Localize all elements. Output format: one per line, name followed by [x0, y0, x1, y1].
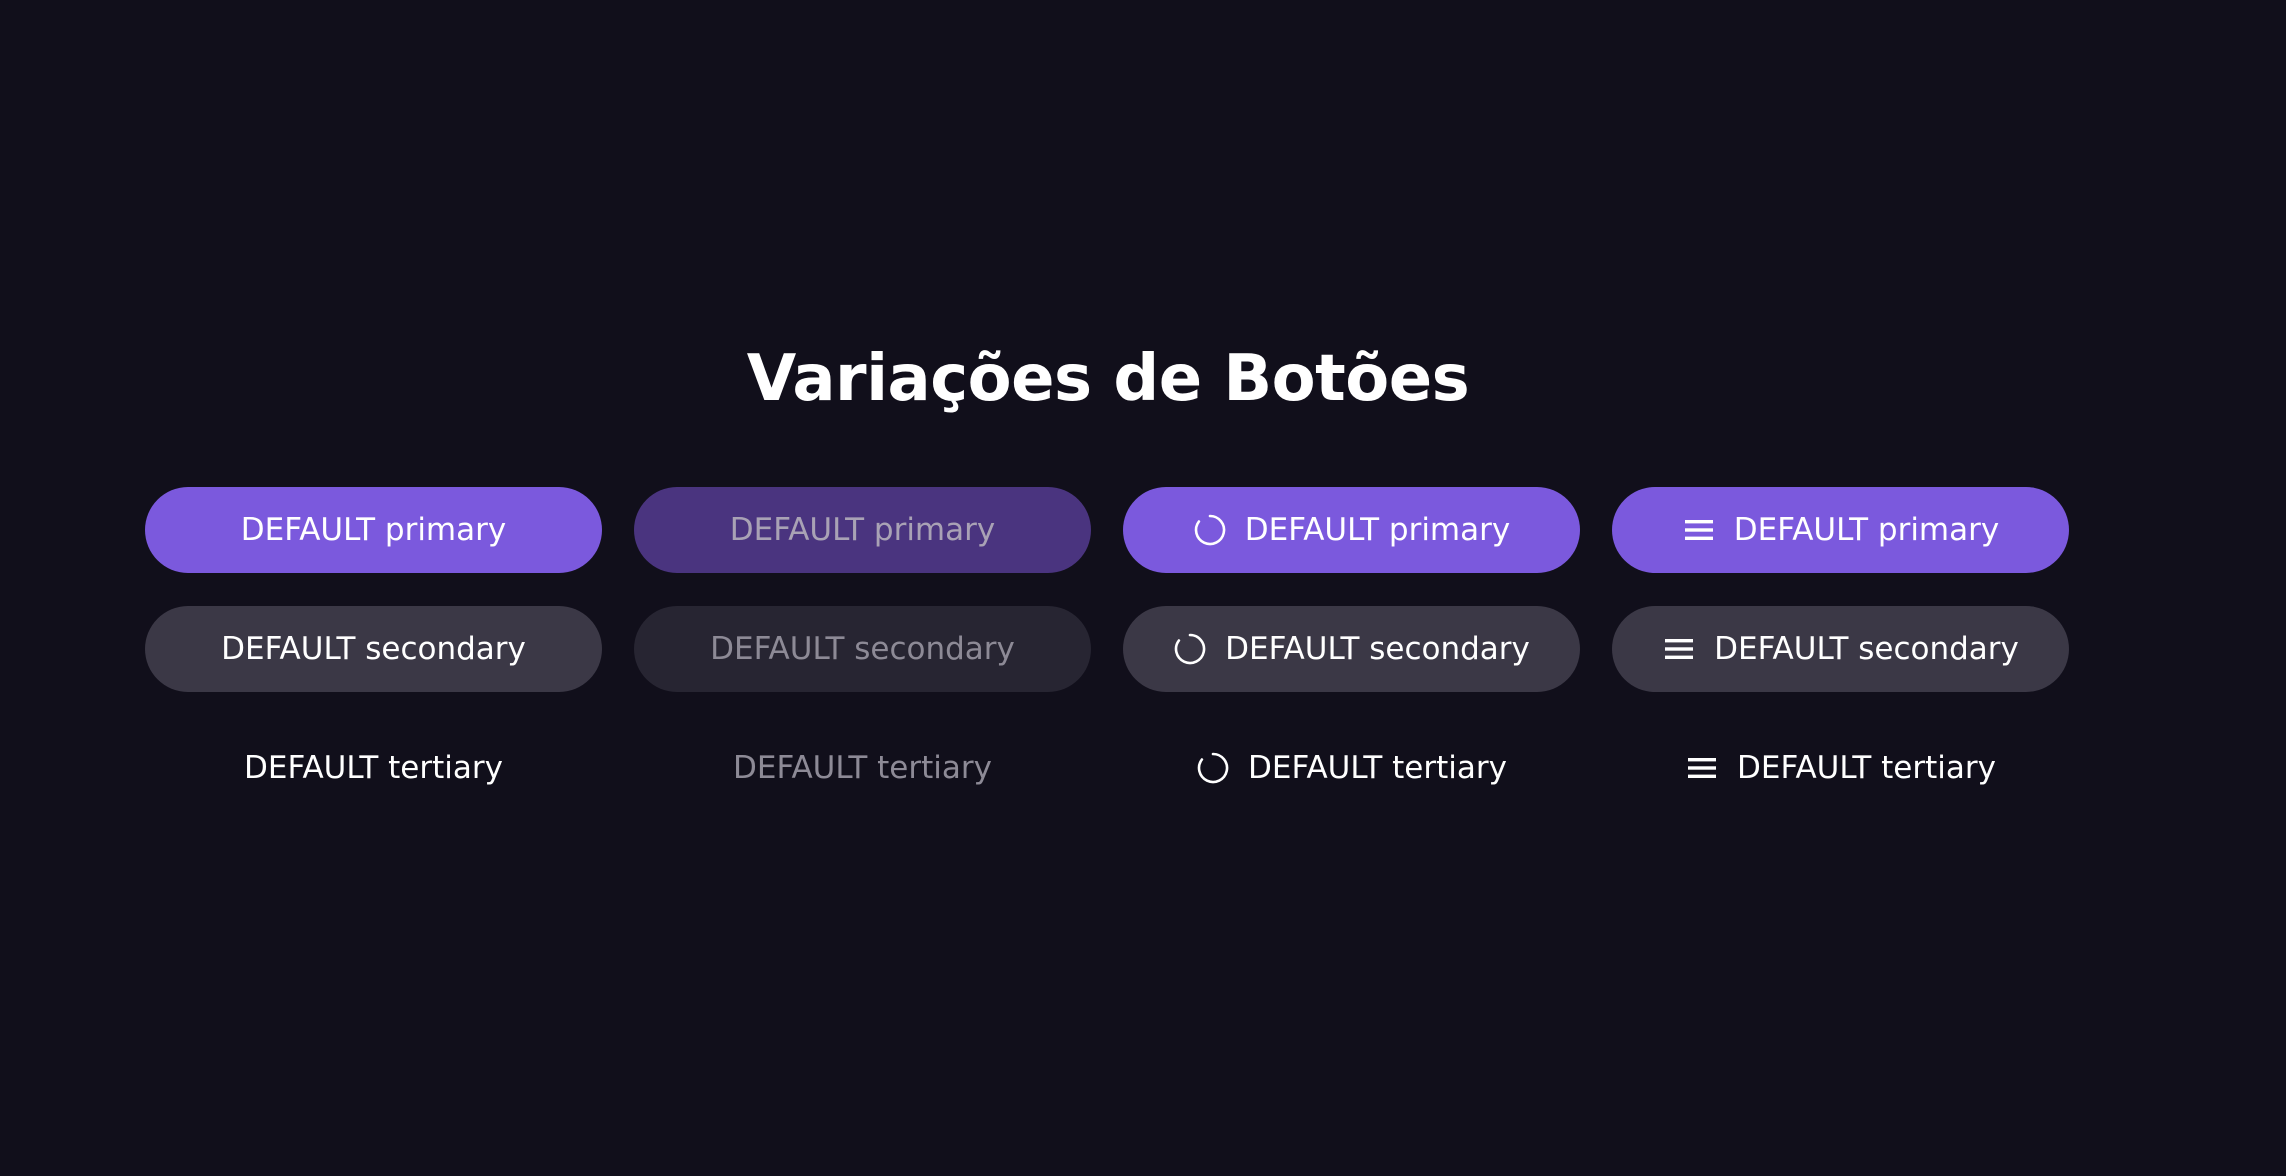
tertiary-disabled-button[interactable]: DEFAULT tertiary [634, 725, 1091, 811]
secondary-default-button[interactable]: DEFAULT secondary [145, 606, 602, 692]
page-title: Variações de Botões [746, 342, 1470, 416]
button-variations-grid: DEFAULT primary DEFAULT primary DEFAULT … [145, 487, 2069, 811]
button-label: DEFAULT tertiary [1248, 750, 1507, 786]
secondary-loading-button[interactable]: DEFAULT secondary [1123, 606, 1580, 692]
button-label: DEFAULT secondary [221, 631, 526, 667]
menu-icon [1685, 751, 1719, 785]
secondary-disabled-button[interactable]: DEFAULT secondary [634, 606, 1091, 692]
secondary-icon-button[interactable]: DEFAULT secondary [1612, 606, 2069, 692]
button-label: DEFAULT tertiary [1737, 750, 1996, 786]
button-label: DEFAULT tertiary [733, 750, 992, 786]
button-label: DEFAULT secondary [1714, 631, 2019, 667]
menu-icon [1682, 513, 1716, 547]
tertiary-icon-button[interactable]: DEFAULT tertiary [1612, 725, 2069, 811]
primary-disabled-button[interactable]: DEFAULT primary [634, 487, 1091, 573]
button-label: DEFAULT secondary [1225, 631, 1530, 667]
button-label: DEFAULT primary [1244, 512, 1511, 548]
primary-loading-button[interactable]: DEFAULT primary [1123, 487, 1580, 573]
button-label: DEFAULT primary [240, 512, 507, 548]
spinner-icon [1193, 513, 1227, 547]
spinner-icon [1196, 751, 1230, 785]
primary-default-button[interactable]: DEFAULT primary [145, 487, 602, 573]
button-label: DEFAULT primary [1733, 512, 2000, 548]
button-label: DEFAULT tertiary [244, 750, 503, 786]
button-label: DEFAULT secondary [710, 631, 1015, 667]
tertiary-default-button[interactable]: DEFAULT tertiary [145, 725, 602, 811]
primary-icon-button[interactable]: DEFAULT primary [1612, 487, 2069, 573]
button-label: DEFAULT primary [729, 512, 996, 548]
tertiary-loading-button[interactable]: DEFAULT tertiary [1123, 725, 1580, 811]
spinner-icon [1173, 632, 1207, 666]
menu-icon [1662, 632, 1696, 666]
